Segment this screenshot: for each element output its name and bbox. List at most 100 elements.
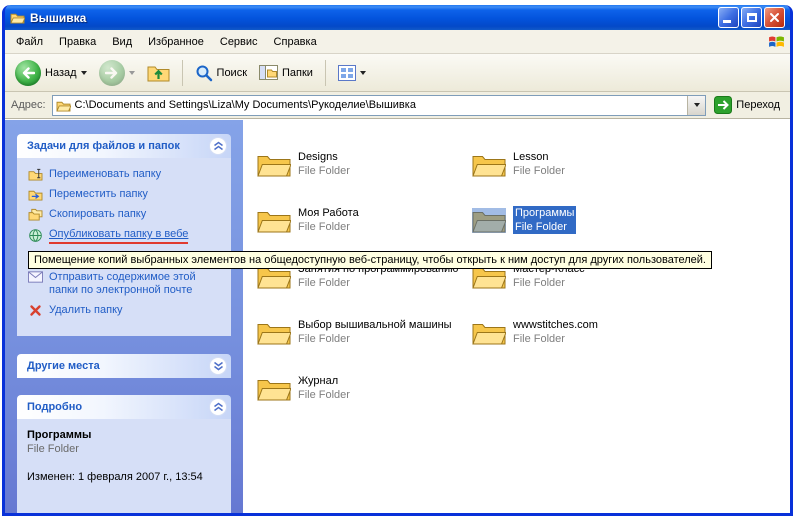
folder-type: File Folder: [298, 164, 350, 178]
menu-bar: ФайлПравкаВидИзбранноеСервисСправка: [5, 30, 790, 54]
task-label: Переименовать папку: [49, 168, 161, 181]
other-places-title: Другие места: [27, 360, 209, 372]
folder-tile[interactable]: DesignsFile Folder: [257, 136, 472, 192]
maximize-button[interactable]: [741, 7, 762, 28]
views-grid-icon: [338, 65, 356, 81]
folder-type: File Folder: [513, 164, 565, 178]
folders-button[interactable]: Папки: [255, 63, 317, 82]
sidebar-task-item[interactable]: Удалить папку: [27, 304, 225, 317]
window-folder-icon: [10, 11, 25, 24]
other-places-section: Другие места: [17, 354, 231, 378]
go-icon: [714, 96, 732, 114]
back-label: Назад: [45, 67, 77, 79]
sidebar-task-item[interactable]: Переместить папку: [27, 188, 225, 201]
task-label: Переместить папку: [49, 188, 148, 201]
folder-type: File Folder: [298, 388, 350, 402]
go-button[interactable]: Переход: [712, 96, 786, 114]
rename-folder-icon: [27, 168, 43, 181]
sidebar-task-item[interactable]: Скопировать папку: [27, 208, 225, 221]
folder-label: LessonFile Folder: [513, 150, 565, 178]
sidebar-task-item[interactable]: Опубликовать папку в вебе: [27, 228, 225, 244]
folder-icon: [257, 207, 291, 234]
details-name: Программы: [27, 429, 225, 441]
folder-type: File Folder: [515, 220, 574, 234]
folder-icon: [257, 319, 291, 346]
menu-item[interactable]: Избранное: [140, 33, 212, 51]
chevron-up-icon: [213, 402, 224, 412]
menu-item[interactable]: Правка: [51, 33, 104, 51]
folder-type: File Folder: [298, 220, 359, 234]
back-dropdown-caret[interactable]: [81, 71, 87, 75]
toolbar-separator: [325, 60, 326, 86]
back-button[interactable]: Назад: [11, 58, 91, 88]
sidebar-task-item[interactable]: Переименовать папку: [27, 168, 225, 181]
forward-arrow-icon: [99, 60, 125, 86]
address-label: Адрес:: [9, 99, 46, 111]
folder-label: DesignsFile Folder: [298, 150, 350, 178]
folder-type: File Folder: [298, 332, 452, 346]
folder-label: ПрограммыFile Folder: [513, 206, 576, 234]
forward-button[interactable]: [95, 58, 139, 88]
details-section: Подробно Программы File Folder Изменен: …: [17, 395, 231, 513]
toolbar-separator: [182, 60, 183, 86]
folder-tile[interactable]: Моя РаботаFile Folder: [257, 192, 472, 248]
tooltip: Помещение копий выбранных элементов на о…: [28, 251, 712, 269]
views-dropdown-caret[interactable]: [360, 71, 366, 75]
folder-icon: [472, 319, 506, 346]
folder-label: Моя РаботаFile Folder: [298, 206, 359, 234]
folder-name: wwwstitches.com: [513, 318, 598, 332]
file-tasks-header[interactable]: Задачи для файлов и папок: [17, 134, 231, 158]
window-title: Вышивка: [30, 11, 713, 25]
folder-name: Журнал: [298, 374, 350, 388]
folder-grid: DesignsFile FolderLessonFile FolderМоя Р…: [257, 136, 687, 416]
collapse-button[interactable]: [209, 398, 227, 416]
chevron-down-icon: [213, 361, 224, 371]
folder-type: File Folder: [513, 276, 585, 290]
sidebar-task-item[interactable]: Отправить содержимое этой папки по элект…: [27, 271, 225, 297]
title-bar[interactable]: Вышивка: [5, 5, 790, 30]
address-path: C:\Documents and Settings\Liza\My Docume…: [75, 99, 684, 111]
other-places-header[interactable]: Другие места: [17, 354, 231, 378]
address-folder-icon: [56, 99, 71, 112]
task-label: Опубликовать папку в вебе: [49, 228, 188, 244]
folder-name: Программы: [515, 206, 574, 220]
minimize-button[interactable]: [718, 7, 739, 28]
folder-tile[interactable]: wwwstitches.comFile Folder: [472, 304, 687, 360]
menu-item[interactable]: Вид: [104, 33, 140, 51]
folder-tile[interactable]: ПрограммыFile Folder: [472, 192, 687, 248]
delete-icon: [27, 304, 43, 317]
views-button[interactable]: [334, 63, 370, 83]
expand-button[interactable]: [209, 357, 227, 375]
file-tasks-section: Задачи для файлов и папок Переименовать …: [17, 134, 231, 336]
folder-label: wwwstitches.comFile Folder: [513, 318, 598, 346]
search-button[interactable]: Поиск: [191, 62, 251, 84]
folder-icon: [257, 151, 291, 178]
menu-item[interactable]: Справка: [266, 33, 325, 51]
menu-item[interactable]: Файл: [8, 33, 51, 51]
collapse-button[interactable]: [209, 137, 227, 155]
file-list-area[interactable]: DesignsFile FolderLessonFile FolderМоя Р…: [243, 120, 790, 513]
folder-tile[interactable]: Выбор вышивальной машиныFile Folder: [257, 304, 472, 360]
folders-pane-icon: [259, 65, 278, 80]
folder-type: File Folder: [298, 276, 458, 290]
folder-name: Выбор вышивальной машины: [298, 318, 452, 332]
toolbar: Назад Поиск Папки: [5, 54, 790, 92]
menu-bar-items: ФайлПравкаВидИзбранноеСервисСправка: [8, 33, 768, 51]
dropdown-caret-icon: [694, 103, 700, 107]
folder-icon: [472, 151, 506, 178]
file-tasks-title: Задачи для файлов и папок: [27, 140, 209, 152]
forward-dropdown-caret: [129, 71, 135, 75]
details-header[interactable]: Подробно: [17, 395, 231, 419]
minimize-icon: [723, 20, 731, 23]
folder-tile[interactable]: ЖурналFile Folder: [257, 360, 472, 416]
folder-tile[interactable]: LessonFile Folder: [472, 136, 687, 192]
menu-item[interactable]: Сервис: [212, 33, 266, 51]
email-icon: [27, 271, 43, 283]
move-folder-icon: [27, 188, 43, 201]
address-dropdown-button[interactable]: [687, 96, 705, 115]
folder-name: Designs: [298, 150, 350, 164]
close-button[interactable]: [764, 7, 785, 28]
up-button[interactable]: [143, 61, 174, 84]
folder-label: ЖурналFile Folder: [298, 374, 350, 402]
address-input[interactable]: C:\Documents and Settings\Liza\My Docume…: [52, 95, 707, 116]
